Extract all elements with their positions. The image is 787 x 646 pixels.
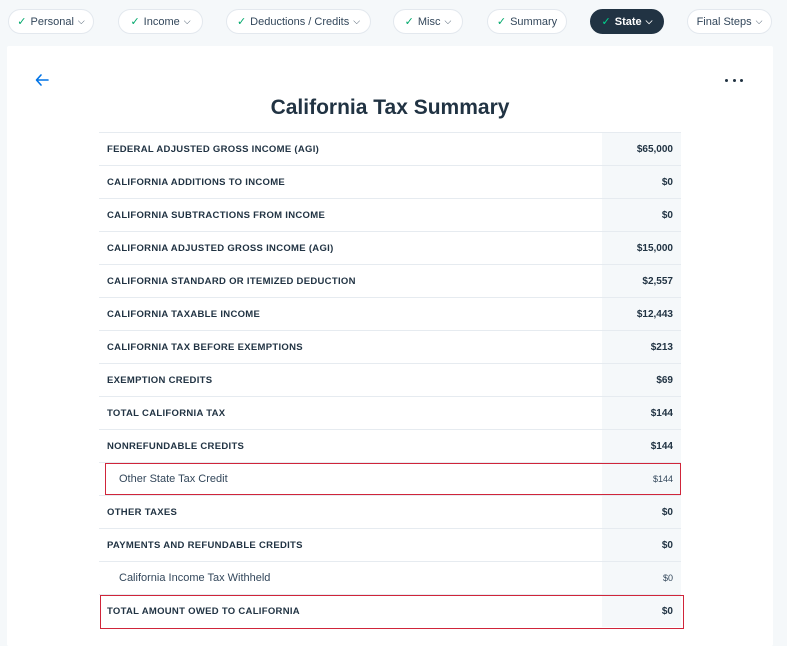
row-value: $15,000 — [602, 232, 681, 264]
table-row: PAYMENTS AND REFUNDABLE CREDITS $0 — [99, 528, 681, 561]
table-row: CALIFORNIA ADJUSTED GROSS INCOME (AGI) $… — [99, 231, 681, 264]
row-value: $65,000 — [602, 133, 681, 165]
table-row: CALIFORNIA TAXABLE INCOME $12,443 — [99, 297, 681, 330]
row-label: CALIFORNIA STANDARD OR ITEMIZED DEDUCTIO… — [107, 275, 356, 287]
table-row: TOTAL AMOUNT OWED TO CALIFORNIA $0 — [99, 594, 681, 627]
check-icon: ✓ — [404, 16, 414, 28]
row-value: $2,557 — [602, 265, 681, 297]
chevron-down-icon: ⌵ — [444, 16, 452, 26]
chevron-down-icon: ⌵ — [755, 16, 763, 26]
row-value: $0 — [602, 595, 681, 627]
chevron-down-icon: ⌵ — [353, 16, 361, 26]
row-label: CALIFORNIA ADJUSTED GROSS INCOME (AGI) — [107, 242, 334, 254]
row-label: California Income Tax Withheld — [119, 572, 271, 584]
row-value: $144 — [602, 430, 681, 462]
check-icon: ✓ — [496, 16, 507, 28]
row-value: $69 — [602, 364, 681, 396]
tab-label: Income — [143, 15, 180, 28]
check-icon: ✓ — [130, 16, 140, 28]
chevron-down-icon: ⌵ — [645, 16, 653, 26]
row-label: CALIFORNIA ADDITIONS TO INCOME — [107, 176, 286, 188]
table-row: CALIFORNIA TAX BEFORE EXEMPTIONS $213 — [99, 330, 681, 363]
check-icon: ✓ — [17, 16, 27, 28]
row-label: CALIFORNIA TAX BEFORE EXEMPTIONS — [107, 341, 303, 353]
tab-summary[interactable]: ✓ Summary — [487, 9, 567, 34]
tab-deductions-credits[interactable]: ✓ Deductions / Credits ⌵ — [226, 9, 371, 34]
page-title: California Tax Summary — [270, 96, 510, 119]
row-value: $0 — [602, 199, 681, 231]
step-navigation: ✓ Personal ⌵ ✓ Income ⌵ ✓ Deductions / C… — [0, 0, 787, 44]
row-value: $0 — [602, 529, 681, 561]
row-label: PAYMENTS AND REFUNDABLE CREDITS — [107, 539, 303, 551]
tax-summary-table: FEDERAL ADJUSTED GROSS INCOME (AGI) $65,… — [99, 132, 684, 629]
row-label: FEDERAL ADJUSTED GROSS INCOME (AGI) — [107, 143, 320, 155]
check-icon: ✓ — [601, 16, 611, 28]
tab-misc[interactable]: ✓ Misc ⌵ — [393, 9, 463, 34]
table-row: CALIFORNIA STANDARD OR ITEMIZED DEDUCTIO… — [99, 264, 681, 297]
table-row: TOTAL CALIFORNIA TAX $144 — [99, 396, 681, 429]
more-horizontal-icon[interactable] — [725, 72, 743, 88]
table-row-sub: California Income Tax Withheld $0 — [99, 561, 681, 594]
tab-personal[interactable]: ✓ Personal ⌵ — [8, 9, 94, 34]
table-row: EXEMPTION CREDITS $69 — [99, 363, 681, 396]
tab-label: Final Steps — [696, 15, 752, 28]
row-value: $0 — [602, 166, 681, 198]
tab-income[interactable]: ✓ Income ⌵ — [118, 9, 203, 34]
row-label: EXEMPTION CREDITS — [107, 374, 213, 386]
tab-label: Deductions / Credits — [250, 15, 350, 28]
row-label: Other State Tax Credit — [119, 473, 228, 485]
arrow-left-icon[interactable] — [34, 72, 50, 88]
table-row: FEDERAL ADJUSTED GROSS INCOME (AGI) $65,… — [99, 132, 681, 165]
tab-label: State — [614, 15, 642, 28]
table-row: OTHER TAXES $0 — [99, 495, 681, 528]
row-value: $213 — [602, 331, 681, 363]
tab-label: Summary — [510, 15, 558, 28]
row-label: NONREFUNDABLE CREDITS — [107, 440, 245, 452]
table-row: CALIFORNIA SUBTRACTIONS FROM INCOME $0 — [99, 198, 681, 231]
table-row: CALIFORNIA ADDITIONS TO INCOME $0 — [99, 165, 681, 198]
row-value: $0 — [602, 496, 681, 528]
chevron-down-icon: ⌵ — [77, 16, 85, 26]
tab-state[interactable]: ✓ State ⌵ — [590, 9, 664, 34]
table-row-sub: Other State Tax Credit $144 — [99, 462, 681, 495]
tab-label: Personal — [30, 15, 74, 28]
row-value: $144 — [602, 463, 681, 495]
tab-final-steps[interactable]: Final Steps ⌵ — [687, 9, 772, 34]
row-label: OTHER TAXES — [107, 506, 178, 518]
summary-card: California Tax Summary FEDERAL ADJUSTED … — [7, 46, 773, 646]
row-label: CALIFORNIA SUBTRACTIONS FROM INCOME — [107, 209, 326, 221]
row-value: $12,443 — [602, 298, 681, 330]
tab-label: Misc — [417, 15, 441, 28]
table-row: NONREFUNDABLE CREDITS $144 — [99, 429, 681, 462]
chevron-down-icon: ⌵ — [183, 16, 191, 26]
row-value: $0 — [602, 562, 681, 594]
row-label: CALIFORNIA TAXABLE INCOME — [107, 308, 261, 320]
row-label: TOTAL CALIFORNIA TAX — [107, 407, 226, 419]
check-icon: ✓ — [236, 16, 247, 28]
row-value: $144 — [602, 397, 681, 429]
row-label: TOTAL AMOUNT OWED TO CALIFORNIA — [107, 605, 300, 617]
